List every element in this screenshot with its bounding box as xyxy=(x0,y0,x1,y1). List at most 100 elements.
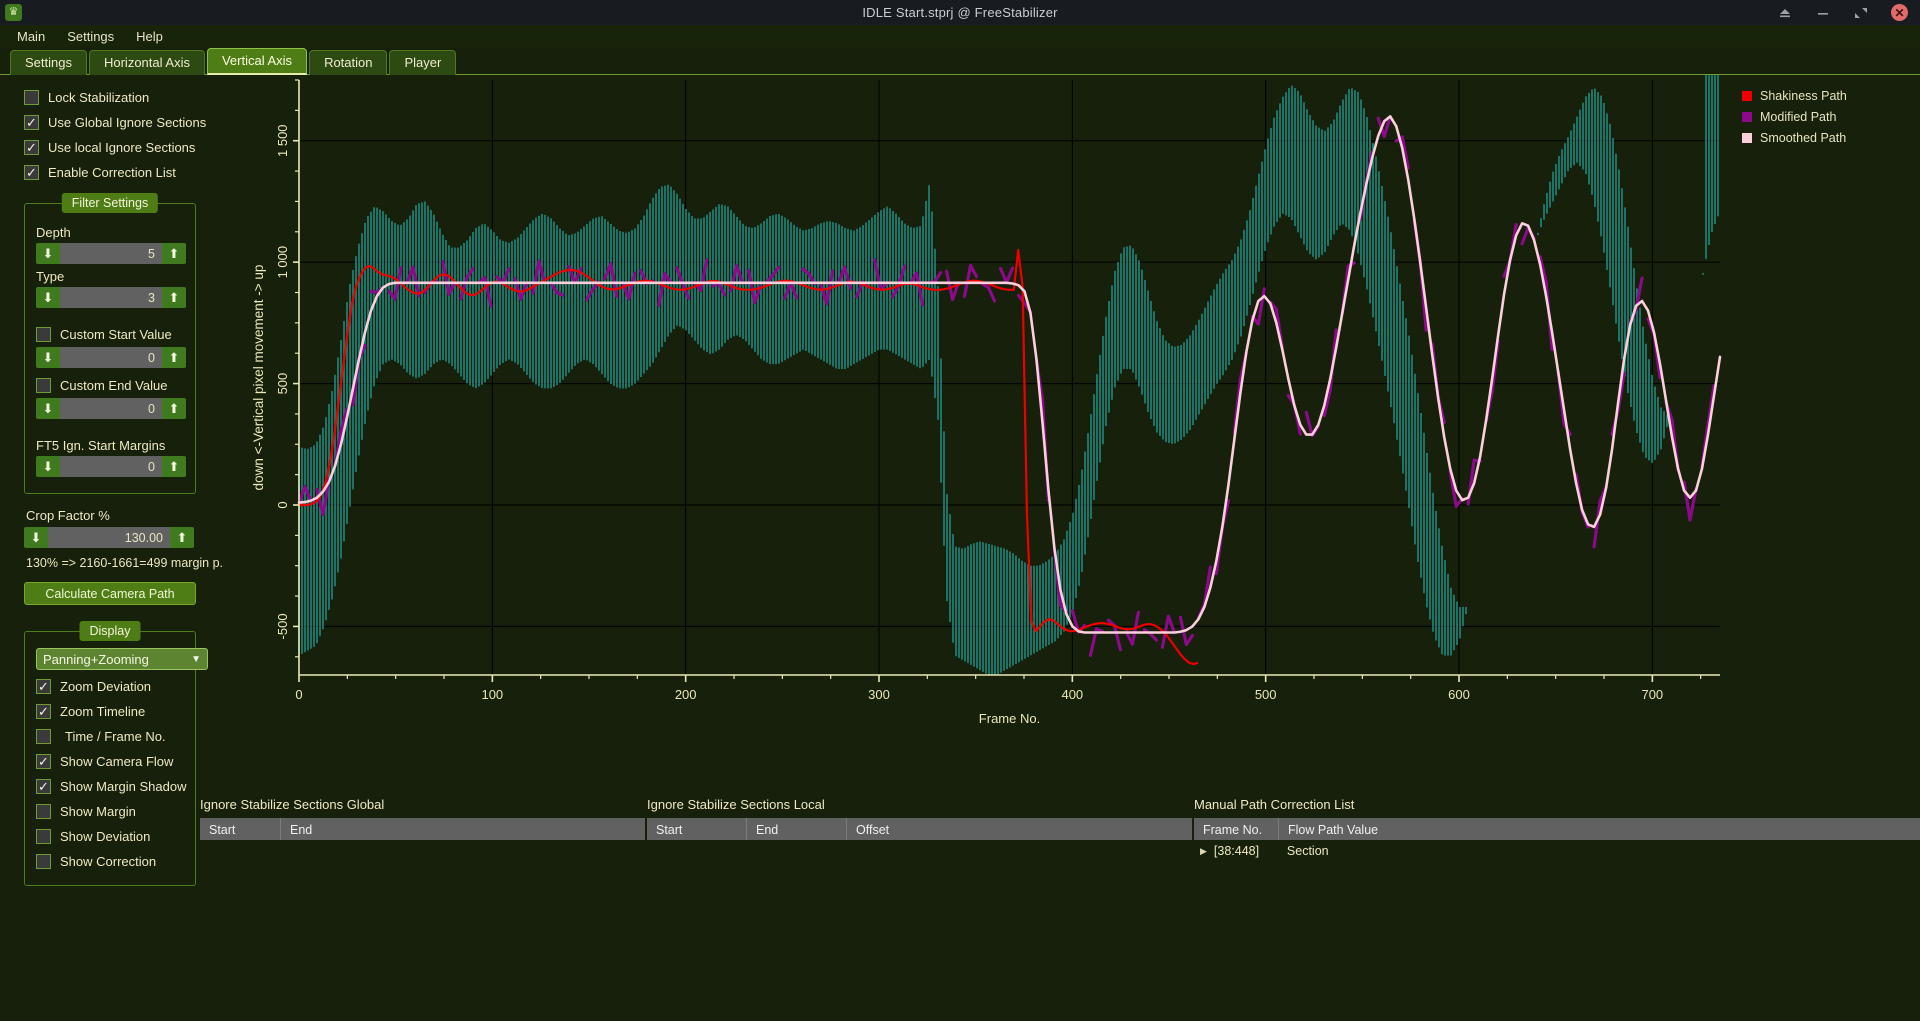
checkbox-show-deviation-box[interactable] xyxy=(36,829,51,844)
depth-increment-icon[interactable]: ⬆ xyxy=(162,243,186,264)
table-row[interactable]: ▶ [38:448] Section xyxy=(1194,840,1920,862)
window-controls: ✕ xyxy=(1777,4,1920,21)
checkbox-custom-start-value-label: Custom Start Value xyxy=(60,327,172,342)
checkbox-zoom-deviation-label: Zoom Deviation xyxy=(60,679,151,694)
custom-end-increment-icon[interactable]: ⬆ xyxy=(162,398,186,419)
custom-start-value[interactable]: 0 xyxy=(60,347,162,368)
checkbox-enable-correction-list-box[interactable] xyxy=(24,165,39,180)
column-header-frame-no[interactable]: Frame No. xyxy=(1194,818,1279,840)
checkbox-show-camera-flow[interactable]: Show Camera Flow xyxy=(36,749,184,774)
checkbox-show-margin[interactable]: Show Margin xyxy=(36,799,184,824)
checkbox-custom-end-value-box[interactable] xyxy=(36,378,51,393)
checkbox-zoom-timeline[interactable]: Zoom Timeline xyxy=(36,699,184,724)
minimize-icon[interactable] xyxy=(1815,5,1831,21)
display-mode-select[interactable]: Panning+Zooming ▼ xyxy=(36,648,208,670)
ft5-margins-spinner[interactable]: ⬇ 0 ⬆ xyxy=(36,456,186,477)
column-header-local-end[interactable]: End xyxy=(747,818,847,840)
checkbox-zoom-deviation[interactable]: Zoom Deviation xyxy=(36,674,184,699)
checkbox-use-global-ignore-sections[interactable]: Use Global Ignore Sections xyxy=(24,110,243,135)
menu-item-settings[interactable]: Settings xyxy=(58,27,123,46)
vertical-axis-chart[interactable]: -50005001 0001 5000100200300400500600700… xyxy=(243,75,1920,775)
custom-start-value-spinner[interactable]: ⬇ 0 ⬆ xyxy=(36,347,186,368)
correction-header: Frame No. Flow Path Value xyxy=(1194,818,1920,840)
checkbox-custom-start-value-box[interactable] xyxy=(36,327,51,342)
legend-item-modified-path[interactable]: Modified Path xyxy=(1742,106,1912,127)
eject-icon[interactable] xyxy=(1777,5,1793,21)
column-header-local-offset[interactable]: Offset xyxy=(847,818,1192,840)
checkbox-show-correction-label: Show Correction xyxy=(60,854,156,869)
depth-spinner[interactable]: ⬇ 5 ⬆ xyxy=(36,243,186,264)
tab-settings[interactable]: Settings xyxy=(10,50,87,75)
window-title: IDLE Start.stprj @ FreeStabilizer xyxy=(0,5,1920,20)
checkbox-show-correction[interactable]: Show Correction xyxy=(36,849,184,874)
legend-swatch-smoothed-path xyxy=(1742,133,1752,143)
crop-factor-decrement-icon[interactable]: ⬇ xyxy=(24,527,48,548)
custom-end-value-spinner[interactable]: ⬇ 0 ⬆ xyxy=(36,398,186,419)
menu-item-main[interactable]: Main xyxy=(8,27,54,46)
chart-canvas[interactable]: -50005001 0001 5000100200300400500600700… xyxy=(243,75,1920,775)
column-header-flow-path-value[interactable]: Flow Path Value xyxy=(1279,818,1920,840)
legend-item-smoothed-path[interactable]: Smoothed Path xyxy=(1742,127,1912,148)
depth-decrement-icon[interactable]: ⬇ xyxy=(36,243,60,264)
checkbox-use-local-ignore-sections[interactable]: Use local Ignore Sections xyxy=(24,135,243,160)
custom-start-decrement-icon[interactable]: ⬇ xyxy=(36,347,60,368)
type-decrement-icon[interactable]: ⬇ xyxy=(36,287,60,308)
checkbox-custom-start-value[interactable]: Custom Start Value xyxy=(36,322,184,347)
type-value[interactable]: 3 xyxy=(60,287,162,308)
svg-text:0: 0 xyxy=(295,687,302,702)
checkbox-enable-correction-list[interactable]: Enable Correction List xyxy=(24,160,243,185)
checkbox-custom-end-value[interactable]: Custom End Value xyxy=(36,373,184,398)
crop-factor-value[interactable]: 130.00 xyxy=(48,527,170,548)
checkbox-time-frame-no[interactable]: Time / Frame No. xyxy=(36,724,184,749)
column-header-end[interactable]: End xyxy=(281,818,645,840)
custom-end-value[interactable]: 0 xyxy=(60,398,162,419)
column-header-local-start[interactable]: Start xyxy=(647,818,747,840)
ft5-decrement-icon[interactable]: ⬇ xyxy=(36,456,60,477)
legend-item-shakiness-path[interactable]: Shakiness Path xyxy=(1742,85,1912,106)
tab-bar: Settings Horizontal Axis Vertical Axis R… xyxy=(0,47,1920,75)
svg-text:100: 100 xyxy=(481,687,503,702)
checkbox-use-local-ignore-sections-label: Use local Ignore Sections xyxy=(48,140,195,155)
checkbox-zoom-deviation-box[interactable] xyxy=(36,679,51,694)
tab-horizontal-axis[interactable]: Horizontal Axis xyxy=(89,50,205,75)
ft5-margins-label: FT5 Ign. Start Margins xyxy=(36,438,184,453)
filter-settings-title: Filter Settings xyxy=(62,193,158,213)
checkbox-lock-stabilization-box[interactable] xyxy=(24,90,39,105)
checkbox-zoom-timeline-box[interactable] xyxy=(36,704,51,719)
checkbox-use-global-ignore-sections-box[interactable] xyxy=(24,115,39,130)
checkbox-show-camera-flow-box[interactable] xyxy=(36,754,51,769)
tab-player[interactable]: Player xyxy=(389,50,456,75)
checkbox-show-deviation[interactable]: Show Deviation xyxy=(36,824,184,849)
column-header-start[interactable]: Start xyxy=(200,818,281,840)
type-spinner[interactable]: ⬇ 3 ⬆ xyxy=(36,287,186,308)
checkbox-show-camera-flow-label: Show Camera Flow xyxy=(60,754,173,769)
close-icon[interactable]: ✕ xyxy=(1891,4,1908,21)
type-increment-icon[interactable]: ⬆ xyxy=(162,287,186,308)
checkbox-show-deviation-label: Show Deviation xyxy=(60,829,150,844)
checkbox-show-margin-shadow-box[interactable] xyxy=(36,779,51,794)
tab-rotation[interactable]: Rotation xyxy=(309,50,387,75)
menu-item-help[interactable]: Help xyxy=(127,27,172,46)
custom-start-increment-icon[interactable]: ⬆ xyxy=(162,347,186,368)
checkbox-show-margin-box[interactable] xyxy=(36,804,51,819)
checkbox-use-local-ignore-sections-box[interactable] xyxy=(24,140,39,155)
tab-vertical-axis[interactable]: Vertical Axis xyxy=(207,48,307,75)
checkbox-show-margin-shadow[interactable]: Show Margin Shadow xyxy=(36,774,184,799)
checkbox-lock-stabilization[interactable]: Lock Stabilization xyxy=(24,85,243,110)
svg-text:-500: -500 xyxy=(275,613,290,639)
display-group: Display Panning+Zooming ▼ Zoom Deviation… xyxy=(24,631,196,886)
crop-factor-spinner[interactable]: ⬇ 130.00 ⬆ xyxy=(24,527,194,548)
depth-value[interactable]: 5 xyxy=(60,243,162,264)
custom-end-decrement-icon[interactable]: ⬇ xyxy=(36,398,60,419)
checkbox-time-frame-no-box[interactable] xyxy=(36,729,51,744)
ft5-value[interactable]: 0 xyxy=(60,456,162,477)
bottom-tables: Ignore Stabilize Sections Global Start E… xyxy=(200,775,1920,1021)
ft5-increment-icon[interactable]: ⬆ xyxy=(162,456,186,477)
checkbox-zoom-timeline-label: Zoom Timeline xyxy=(60,704,145,719)
maximize-icon[interactable] xyxy=(1853,5,1869,21)
legend-swatch-modified-path xyxy=(1742,112,1752,122)
calculate-camera-path-button[interactable]: Calculate Camera Path xyxy=(24,582,196,605)
checkbox-show-correction-box[interactable] xyxy=(36,854,51,869)
expand-triangle-icon[interactable]: ▶ xyxy=(1200,846,1207,857)
crop-factor-increment-icon[interactable]: ⬆ xyxy=(170,527,194,548)
